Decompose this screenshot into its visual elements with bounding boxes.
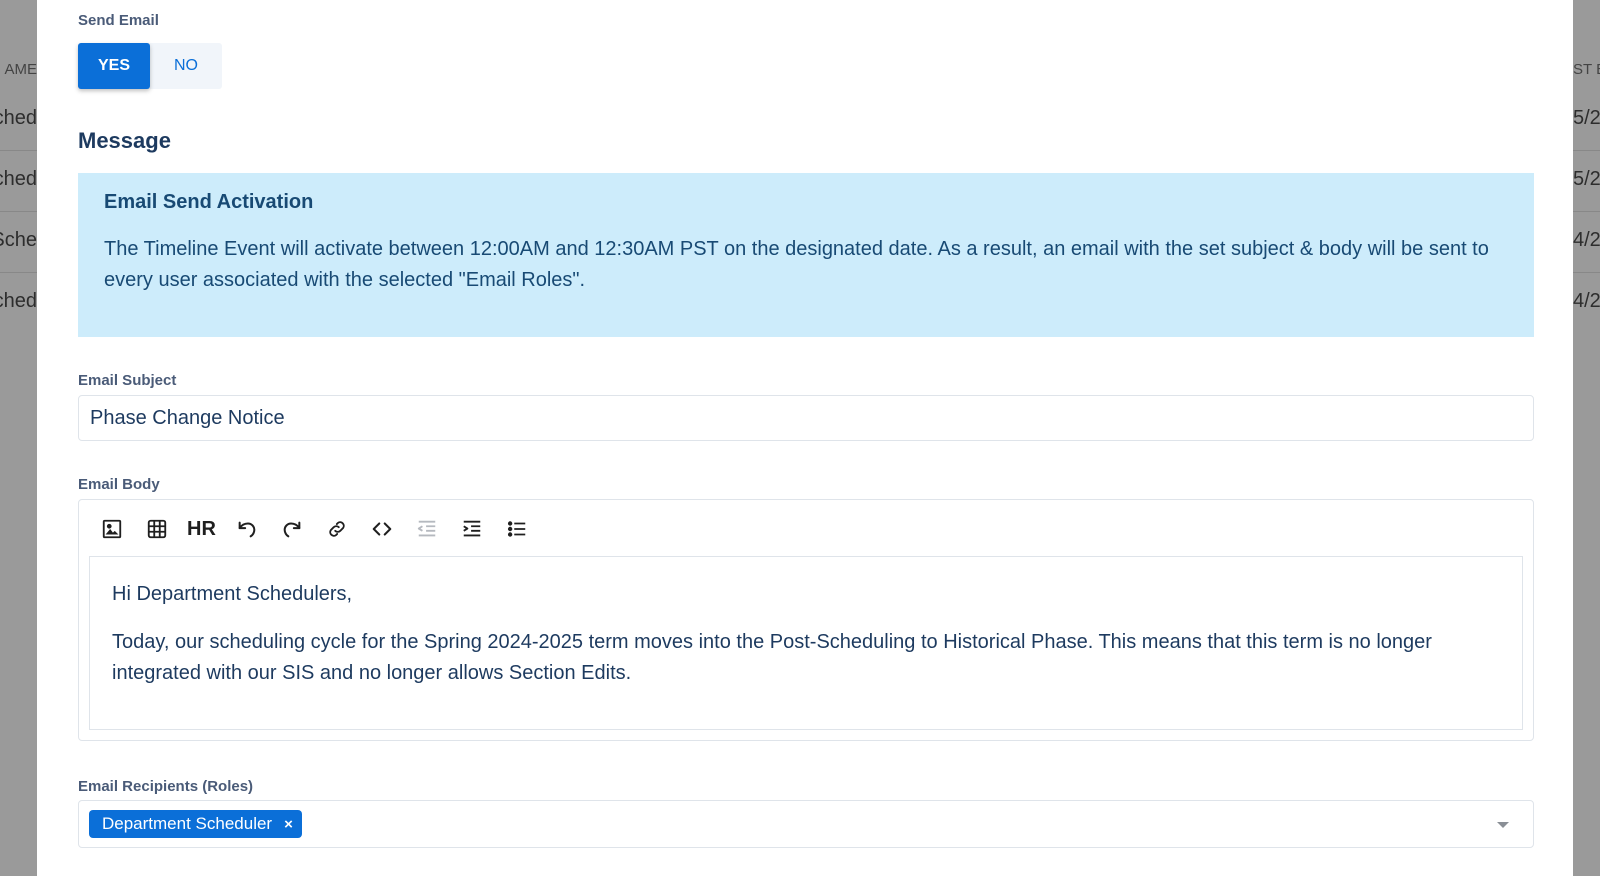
send-email-yes-button[interactable]: YES (78, 43, 150, 89)
send-email-label: Send Email (78, 12, 159, 29)
background-row-cell: 5/2 (1573, 107, 1600, 129)
code-view-button[interactable] (359, 512, 404, 546)
info-box-title: Email Send Activation (104, 191, 314, 213)
recipient-role-tag-label: Department Scheduler (102, 814, 273, 833)
redo-button[interactable] (269, 512, 314, 546)
background-table-right-edge: ST E 5/2 5/2 4/2 4/2 (1573, 0, 1600, 876)
message-section-title: Message (78, 128, 171, 153)
email-body-label: Email Body (78, 476, 160, 493)
outdent-icon (417, 520, 435, 537)
background-row-divider (1573, 150, 1600, 151)
link-icon (328, 521, 345, 537)
info-box-text: The Timeline Event will activate between… (104, 238, 1489, 291)
indent-icon (462, 520, 480, 537)
hr-label: HR (187, 517, 216, 540)
table-icon (147, 519, 166, 539)
background-row-cell: Sche (0, 229, 37, 251)
background-row-cell: ched (0, 168, 37, 190)
email-subject-input[interactable]: Phase Change Notice (78, 395, 1534, 441)
background-row-cell: 4/2 (1573, 290, 1600, 312)
background-row-divider (0, 272, 37, 273)
bullet-list-icon (507, 521, 525, 537)
email-subject-value: Phase Change Notice (90, 406, 285, 429)
image-icon (102, 519, 121, 539)
recipient-role-tag: Department Scheduler × (89, 810, 302, 838)
background-column-header: ST E (1573, 61, 1600, 78)
horizontal-rule-button[interactable]: HR (179, 512, 224, 546)
insert-table-button[interactable] (134, 512, 179, 546)
background-row-cell: 5/2 (1573, 168, 1600, 190)
code-icon (372, 522, 391, 536)
background-row-cell: ched (0, 107, 37, 129)
background-row-divider (0, 150, 37, 151)
background-row-divider (1573, 211, 1600, 212)
email-recipients-label: Email Recipients (Roles) (78, 778, 254, 795)
indent-button[interactable] (449, 512, 494, 546)
email-body-editor: HR Hi Department Schedulers, Today, our … (78, 499, 1534, 741)
background-row-cell: 4/2 (1573, 229, 1600, 251)
background-column-header: AME (4, 61, 37, 78)
email-body-paragraph: Hi Department Schedulers, (112, 583, 353, 605)
undo-icon (238, 521, 255, 538)
email-body-paragraph: Today, our scheduling cycle for the Spri… (112, 631, 1432, 684)
background-row-divider (0, 211, 37, 212)
insert-link-button[interactable] (314, 512, 359, 546)
background-row-cell: ched (0, 290, 37, 312)
send-email-no-button[interactable]: NO (150, 43, 222, 89)
bullet-list-button[interactable] (494, 512, 539, 546)
insert-image-button[interactable] (89, 512, 134, 546)
background-table-left-edge: AME ched ched Sche ched (0, 0, 37, 876)
timeline-event-modal: Send Email YES NO Message Email Send Act… (37, 0, 1573, 876)
chevron-down-icon[interactable] (1497, 822, 1509, 828)
email-send-activation-info-box: Email Send Activation The Timeline Event… (78, 173, 1534, 337)
email-recipients-select[interactable]: Department Scheduler × (78, 800, 1534, 848)
send-email-toggle: YES NO (78, 43, 222, 89)
redo-icon (283, 521, 300, 538)
email-subject-label: Email Subject (78, 372, 177, 389)
remove-tag-icon[interactable]: × (284, 816, 293, 833)
background-row-divider (1573, 272, 1600, 273)
editor-toolbar: HR (89, 512, 539, 546)
undo-button[interactable] (224, 512, 269, 546)
outdent-button[interactable] (404, 512, 449, 546)
email-body-text-area[interactable]: Hi Department Schedulers, Today, our sch… (89, 556, 1523, 730)
